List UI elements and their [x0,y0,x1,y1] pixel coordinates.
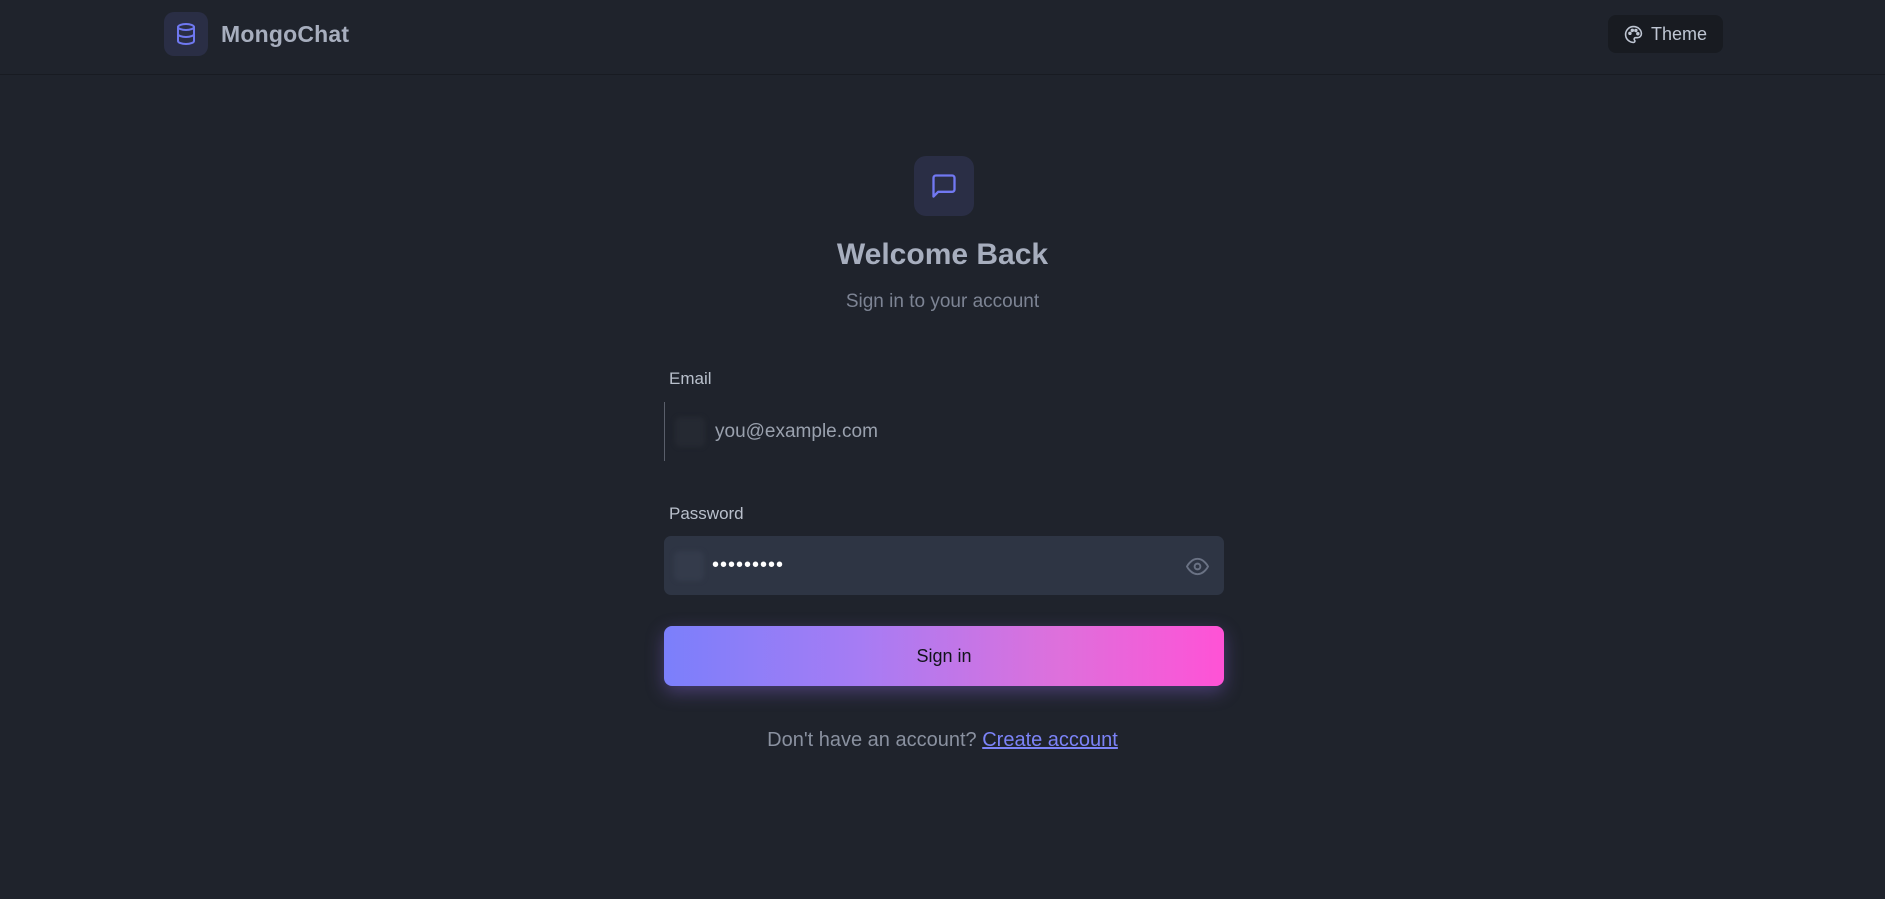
message-square-icon [914,156,974,216]
email-field[interactable] [664,402,1224,461]
theme-button[interactable]: Theme [1608,15,1723,53]
password-field[interactable]: ••••••••• [664,536,1224,595]
create-account-link[interactable]: Create account [982,729,1118,751]
eye-icon[interactable] [1184,553,1210,579]
brand-name: MongoChat [221,20,350,47]
signup-prompt-text: Don't have an account? [767,729,977,751]
sign-in-label: Sign in [916,645,972,666]
sign-in-button[interactable]: Sign in [664,626,1224,686]
page-subtitle: Sign in to your account [845,291,1040,312]
email-input[interactable] [713,419,1197,444]
signup-prompt: Don't have an account? Create account [0,729,1885,752]
mail-icon [675,416,705,447]
palette-icon [1624,25,1643,44]
page-title: Welcome Back [836,238,1049,271]
lock-icon [674,550,704,581]
password-input[interactable]: ••••••••• [712,554,1152,577]
brand[interactable]: MongoChat [164,12,349,56]
database-icon [164,12,208,56]
theme-label: Theme [1650,23,1708,44]
top-navbar: MongoChat Theme [0,0,1885,75]
password-label: Password [669,504,744,523]
email-label: Email [669,369,712,388]
